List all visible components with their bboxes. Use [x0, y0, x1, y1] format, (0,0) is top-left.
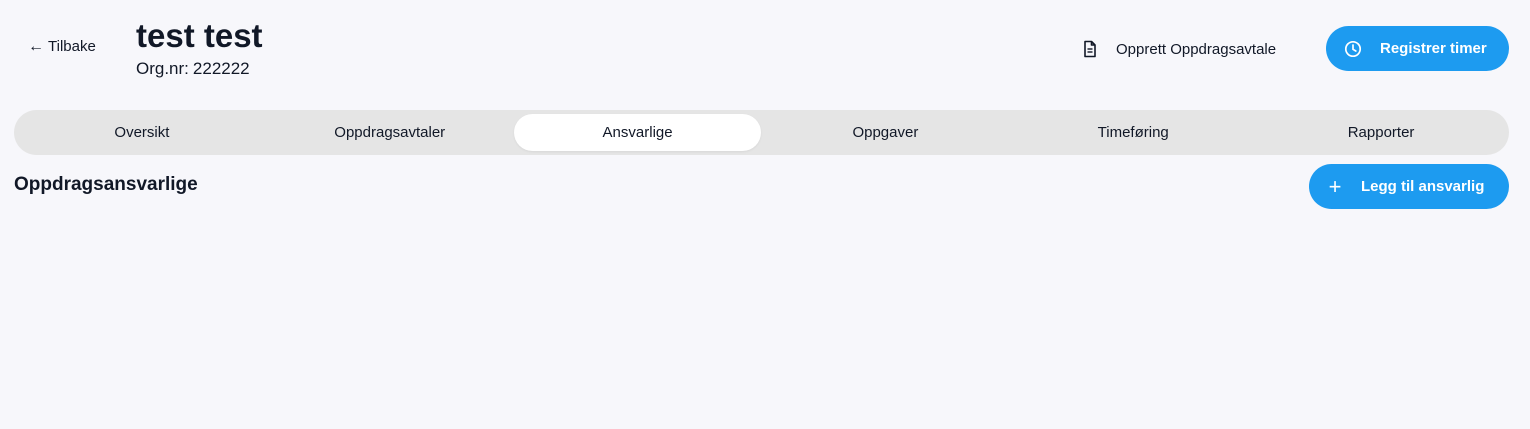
title-block: test test Org.nr: 222222	[136, 16, 263, 80]
back-label: Tilbake	[48, 38, 96, 55]
tab-label: Rapporter	[1347, 124, 1415, 141]
tab-oppgaver[interactable]: Oppgaver	[761, 114, 1009, 151]
register-time-label: Registrer timer	[1380, 40, 1487, 57]
tab-label: Oppgaver	[852, 124, 919, 141]
org-number-label: Org.nr:	[136, 59, 189, 78]
tab-oppdragsavtaler[interactable]: Oppdragsavtaler	[266, 114, 514, 151]
add-responsible-button[interactable]: + Legg til ansvarlig	[1309, 164, 1509, 209]
add-responsible-label: Legg til ansvarlig	[1361, 178, 1485, 195]
tab-rapporter[interactable]: Rapporter	[1257, 114, 1505, 151]
arrow-left-icon: ←	[28, 37, 44, 55]
tab-label: Oppdragsavtaler	[334, 124, 446, 141]
plus-icon: +	[1328, 173, 1342, 199]
page: ← Tilbake test test Org.nr: 222222 Oppret…	[0, 0, 1530, 429]
tab-label: Ansvarlige	[602, 124, 673, 141]
tab-label: Timeføring	[1097, 124, 1169, 141]
document-icon	[1084, 40, 1096, 58]
tab-label: Oversikt	[114, 124, 170, 141]
create-agreement-label: Opprett Oppdragsavtale	[1116, 40, 1277, 58]
tab-oversikt[interactable]: Oversikt	[18, 114, 266, 151]
tab-ansvarlige[interactable]: Ansvarlige	[513, 114, 762, 151]
create-agreement-button[interactable]: Opprett Oppdragsavtale	[1082, 36, 1276, 62]
clock-icon	[1344, 40, 1362, 57]
section-title: Oppdragsansvarlige	[14, 174, 198, 195]
tab-bar: Oversikt Oppdragsavtaler Ansvarlige Oppg…	[14, 110, 1509, 155]
back-link[interactable]: ← Tilbake	[28, 38, 96, 55]
tab-timeforing[interactable]: Timeføring	[1009, 114, 1257, 151]
org-number: Org.nr: 222222	[136, 58, 263, 80]
register-time-button[interactable]: Registrer timer	[1326, 26, 1509, 71]
org-number-value: 222222	[192, 59, 250, 78]
page-title: test test	[136, 17, 263, 54]
